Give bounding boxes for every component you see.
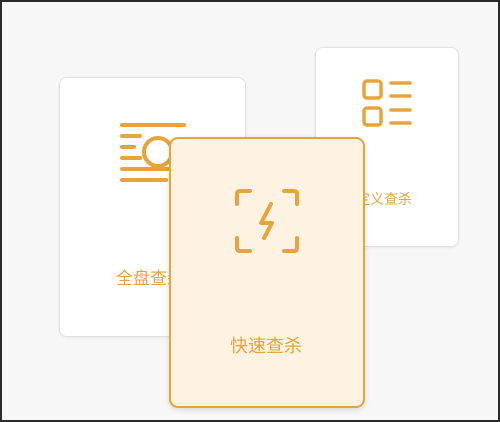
scan-mode-panel: 全盘查杀 自定义查杀 快速查杀	[0, 0, 500, 422]
quick-scan-card[interactable]: 快速查杀	[169, 137, 365, 408]
custom-list-icon	[362, 78, 414, 134]
quick-scan-label: 快速查杀	[230, 336, 302, 357]
lightning-scan-icon	[234, 188, 300, 258]
